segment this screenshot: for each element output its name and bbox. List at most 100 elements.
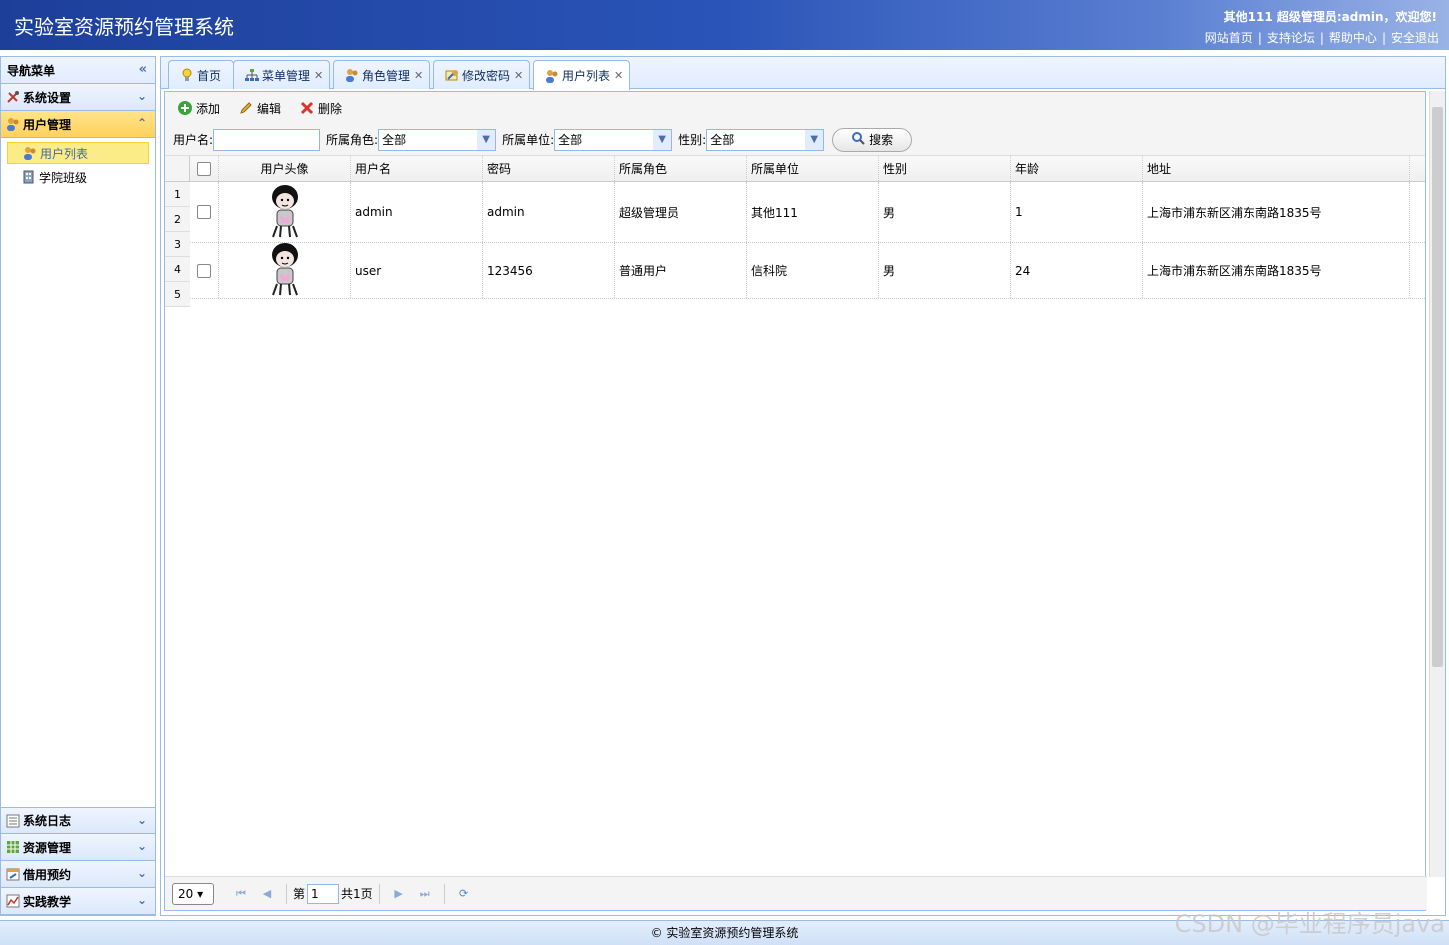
tab-menu-management[interactable]: 菜单管理 ✕	[233, 60, 331, 89]
col-role[interactable]: 所属角色	[615, 156, 747, 181]
col-username[interactable]: 用户名	[351, 156, 483, 181]
panel-label: 资源管理	[23, 840, 72, 855]
tab-home[interactable]: 首页	[168, 60, 235, 89]
page-total: 共1页	[341, 887, 373, 901]
close-icon[interactable]: ✕	[414, 69, 423, 82]
link-support-forum[interactable]: 支持论坛	[1267, 31, 1315, 45]
refresh-icon[interactable]: ⟳	[456, 886, 472, 902]
header-links: 网站首页 | 支持论坛 | 帮助中心 | 安全退出	[1204, 31, 1439, 45]
col-unit[interactable]: 所属单位	[747, 156, 879, 181]
tab-user-list[interactable]: 用户列表 ✕	[533, 60, 631, 90]
col-age[interactable]: 年龄	[1011, 156, 1143, 181]
delete-x-icon	[299, 100, 315, 116]
unit-select[interactable]: 全部 ▼	[554, 128, 673, 151]
gender-select[interactable]: 全部 ▼	[706, 128, 825, 151]
col-gender[interactable]: 性别	[879, 156, 1011, 181]
role-select[interactable]: 全部 ▼	[378, 128, 497, 151]
search-button[interactable]: 搜索	[832, 127, 913, 152]
row-number-column: 1 2 3 4 5	[165, 182, 190, 307]
main-panel: 首页 菜单管理 ✕ 角色管理 ✕ 修改密码 ✕ 用户列表 ✕ 添加 编辑 删除 …	[160, 56, 1446, 916]
next-page-icon[interactable]: ▶	[391, 886, 407, 902]
cell-gender: 男	[879, 182, 1011, 242]
sidebar-bottom-panels: 系统日志 ⌄ 资源管理 ⌄ 借用预约 ⌄ 实践教学 ⌄	[1, 807, 155, 915]
row-number: 2	[165, 207, 190, 232]
cell-username: admin	[351, 182, 483, 242]
cell-password: admin	[483, 182, 615, 242]
col-avatar[interactable]: 用户头像	[219, 156, 351, 181]
tree-item-label: 学院班级	[39, 170, 88, 185]
bulb-icon	[179, 67, 195, 83]
chevron-down-icon: ⌄	[136, 893, 147, 907]
table-row[interactable]: admin admin 超级管理员 其他111 男 1 上海市浦东新区浦东南路1…	[165, 182, 1425, 243]
scrollbar-thumb[interactable]	[1432, 107, 1443, 667]
tab-change-password[interactable]: 修改密码 ✕	[433, 60, 531, 89]
close-icon[interactable]: ✕	[614, 69, 623, 82]
tab-label: 用户列表	[562, 69, 611, 83]
col-password[interactable]: 密码	[483, 156, 615, 181]
close-icon[interactable]: ✕	[314, 69, 323, 82]
prev-page-icon[interactable]: ◀	[259, 886, 275, 902]
panel-borrow-reservation[interactable]: 借用预约 ⌄	[1, 861, 155, 888]
grid-icon	[5, 839, 21, 855]
row-checkbox[interactable]	[197, 263, 211, 278]
panel-user-management[interactable]: 用户管理 ⌃	[1, 111, 155, 138]
panel-system-settings[interactable]: 系统设置 ⌄	[1, 84, 155, 111]
panel-practice-teaching[interactable]: 实践教学 ⌄	[1, 888, 155, 915]
chevron-down-icon: ▼	[653, 129, 672, 150]
panel-system-log[interactable]: 系统日志 ⌄	[1, 807, 155, 834]
row-number: 1	[165, 182, 190, 207]
collapse-left-icon[interactable]: «	[139, 62, 147, 77]
chevron-down-icon: ⌄	[136, 839, 147, 853]
row-checkbox[interactable]	[197, 205, 211, 219]
grid-header: 用户头像 用户名 密码 所属角色 所属单位 性别 年龄 地址	[165, 156, 1425, 182]
users-icon	[5, 116, 21, 132]
panel-label: 用户管理	[23, 117, 72, 132]
tree-item-college-class[interactable]: 学院班级	[7, 166, 149, 188]
key-icon	[444, 67, 460, 83]
gender-label: 性别:	[678, 133, 707, 147]
username-input[interactable]	[213, 128, 321, 151]
link-site-home[interactable]: 网站首页	[1205, 31, 1253, 45]
avatar	[265, 183, 305, 242]
page-prefix: 第	[293, 887, 306, 901]
link-logout[interactable]: 安全退出	[1391, 31, 1439, 45]
chevron-down-icon: ▼	[477, 129, 496, 150]
cell-unit: 信科院	[747, 243, 879, 298]
tree-item-label: 用户列表	[40, 146, 89, 161]
cell-age: 1	[1011, 182, 1143, 242]
add-button[interactable]: 添加	[177, 100, 220, 117]
chevron-down-icon: ⌄	[136, 89, 147, 103]
cell-password: 123456	[483, 243, 615, 298]
select-all-checkbox[interactable]	[197, 161, 211, 176]
tab-role-management[interactable]: 角色管理 ✕	[333, 60, 431, 89]
delete-button[interactable]: 删除	[299, 100, 342, 117]
chevron-down-icon: ⌄	[136, 866, 147, 880]
cell-role: 超级管理员	[615, 182, 747, 242]
tree-item-user-list[interactable]: 用户列表	[7, 142, 149, 164]
table-row[interactable]: user 123456 普通用户 信科院 男 24 上海市浦东新区浦东南路183…	[165, 243, 1425, 299]
building-icon	[21, 169, 37, 185]
csdn-watermark: CSDN @毕业程序员java	[1174, 910, 1445, 938]
last-page-icon[interactable]: ⏭	[417, 886, 433, 902]
role-label: 所属角色:	[326, 133, 379, 147]
col-address[interactable]: 地址	[1143, 156, 1410, 181]
vertical-scrollbar[interactable]	[1429, 91, 1445, 877]
page-size-select[interactable]: 20 ▾	[172, 882, 214, 905]
username-label: 用户名:	[173, 133, 214, 147]
search-bar: 用户名: 所属角色: 全部 ▼ 所属单位: 全部 ▼ 性别: 全部 ▼ 搜索	[165, 124, 1425, 156]
unit-label: 所属单位:	[502, 133, 555, 147]
edit-button[interactable]: 编辑	[238, 100, 281, 117]
panel-resource-management[interactable]: 资源管理 ⌄	[1, 834, 155, 861]
user-management-tree: 用户列表 学院班级	[1, 138, 155, 791]
tab-label: 角色管理	[362, 68, 411, 83]
page-number-input[interactable]: 1	[307, 883, 340, 904]
close-icon[interactable]: ✕	[514, 69, 523, 82]
plus-icon	[177, 100, 193, 116]
panel-label: 借用预约	[23, 867, 72, 882]
link-help-center[interactable]: 帮助中心	[1329, 31, 1377, 45]
first-page-icon[interactable]: ⏮	[233, 886, 249, 902]
sidebar: 导航菜单 « 系统设置 ⌄ 用户管理 ⌃ 用户列表 学院班级 系统日志 ⌄ 资源…	[0, 56, 156, 916]
cell-age: 24	[1011, 243, 1143, 298]
tab-label: 菜单管理	[262, 68, 311, 83]
row-number: 3	[165, 232, 190, 257]
